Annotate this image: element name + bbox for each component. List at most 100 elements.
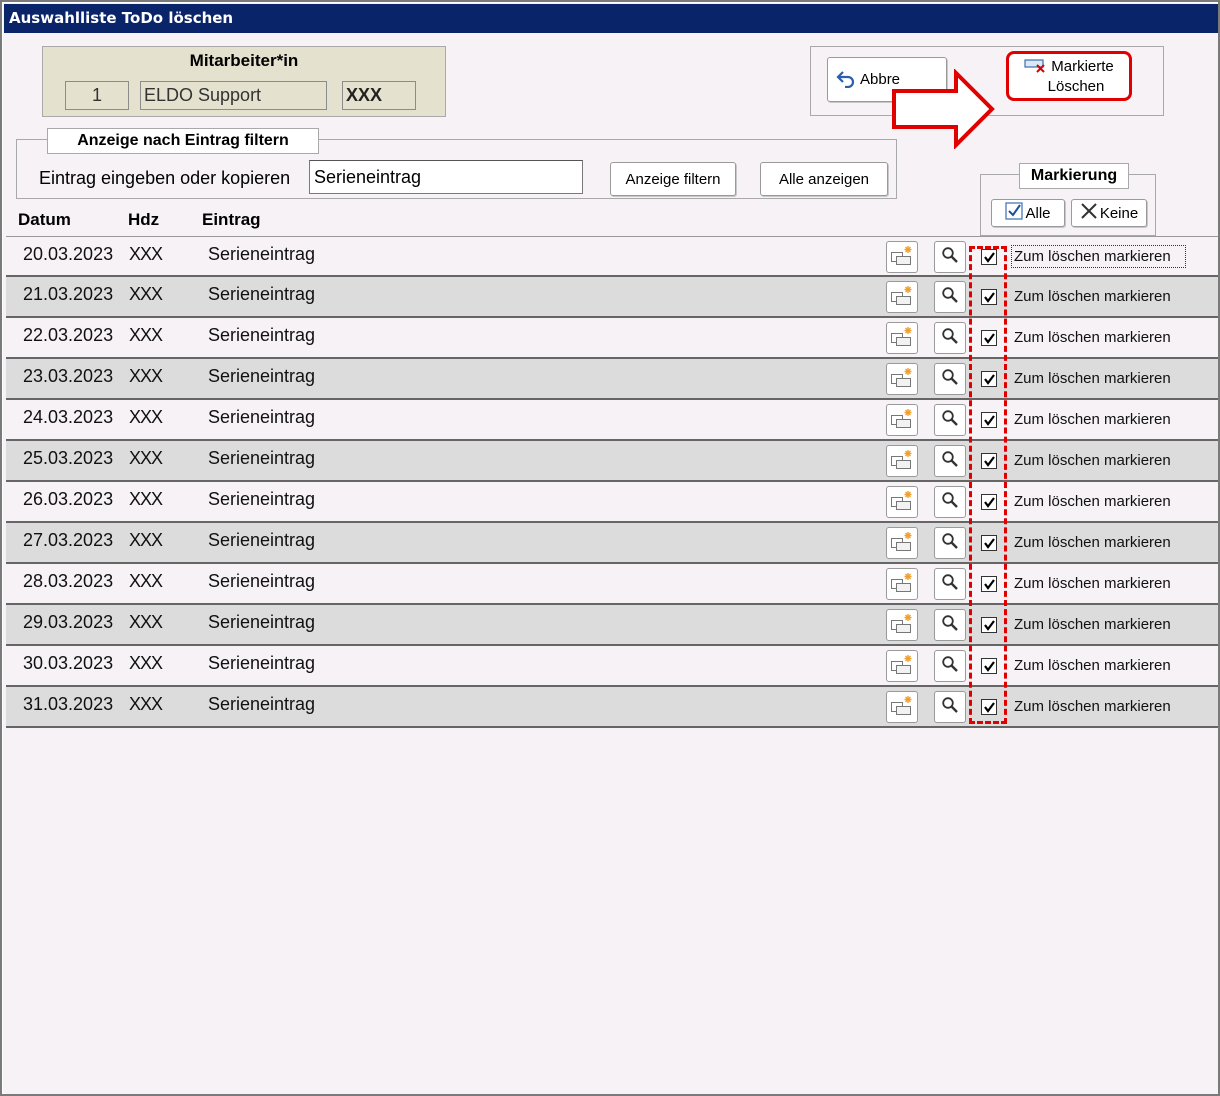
view-entry-button[interactable] [934, 241, 966, 273]
row-hdz: XXX [129, 244, 163, 264]
magnifier-icon [941, 368, 959, 391]
row-hdz: XXX [129, 571, 163, 591]
column-header-entry: Eintrag [202, 210, 261, 229]
copy-entry-button[interactable] [886, 322, 918, 354]
row-hdz: XXX [129, 653, 163, 673]
copy-entry-button[interactable] [886, 527, 918, 559]
row-entry: Serieneintrag [208, 694, 316, 714]
delete-checkbox-label[interactable]: Zum löschen markieren [1014, 411, 1171, 428]
employee-id-field: 1 [65, 81, 129, 110]
copy-entry-icon [890, 284, 914, 311]
copy-entry-button[interactable] [886, 404, 918, 436]
show-all-button[interactable]: Alle anzeigen [760, 162, 888, 196]
row-entry: Serieneintrag [208, 530, 316, 550]
view-entry-button[interactable] [934, 404, 966, 436]
window-title: Auswahlliste ToDo löschen [4, 4, 1218, 33]
employee-title: Mitarbeiter*in [189, 51, 299, 70]
employee-panel: Mitarbeiter*in 1 ELDO Support XXX [42, 46, 446, 117]
row-entry: Serieneintrag [208, 571, 316, 591]
delete-checkbox-label[interactable]: Zum löschen markieren [1014, 493, 1171, 510]
delete-checkbox-label[interactable]: Zum löschen markieren [1014, 288, 1171, 305]
view-entry-button[interactable] [934, 527, 966, 559]
row-entry: Serieneintrag [208, 612, 316, 632]
delete-checkbox-label[interactable]: Zum löschen markieren [1014, 329, 1171, 346]
row-date: 29.03.2023 [23, 612, 114, 632]
delete-checkbox-label[interactable]: Zum löschen markieren [1014, 657, 1171, 674]
undo-arrow-icon [836, 68, 856, 92]
copy-entry-icon [890, 489, 914, 516]
copy-entry-icon [890, 653, 914, 680]
column-header-hdz: Hdz [128, 210, 160, 229]
row-entry: Serieneintrag [208, 448, 316, 468]
table-row[interactable]: 24.03.2023 XXX Serieneintrag Zum löschen ma… [6, 400, 1218, 441]
filter-label: Eintrag eingeben oder kopieren [39, 168, 291, 188]
delete-checkbox-label[interactable]: Zum löschen markieren [1014, 616, 1171, 633]
dialog-window: Auswahlliste ToDo löschen Mitarbeiter*in… [0, 0, 1220, 1096]
magnifier-icon [941, 246, 959, 269]
copy-entry-icon [890, 325, 914, 352]
employee-code-field: XXX [342, 81, 416, 110]
table-row[interactable]: 29.03.2023 XXX Serieneintrag Zum löschen ma… [6, 605, 1218, 646]
view-entry-button[interactable] [934, 609, 966, 641]
row-date: 24.03.2023 [23, 407, 114, 427]
magnifier-icon [941, 532, 959, 555]
mark-all-button[interactable]: Alle [991, 199, 1065, 227]
delete-marked-button[interactable]: Markierte Löschen [1006, 51, 1132, 101]
view-entry-button[interactable] [934, 281, 966, 313]
copy-entry-button[interactable] [886, 568, 918, 600]
todo-table: 20.03.2023 XXX Serieneintrag Zum löschen ma… [6, 236, 1218, 728]
view-entry-button[interactable] [934, 650, 966, 682]
mark-none-button[interactable]: Keine [1071, 199, 1147, 227]
delete-checkbox-label[interactable]: Zum löschen markieren [1014, 370, 1171, 387]
table-row[interactable]: 30.03.2023 XXX Serieneintrag Zum löschen ma… [6, 646, 1218, 687]
copy-entry-button[interactable] [886, 650, 918, 682]
delete-checkbox-label[interactable]: Zum löschen markieren [1014, 575, 1171, 592]
copy-entry-button[interactable] [886, 241, 918, 273]
copy-entry-button[interactable] [886, 486, 918, 518]
table-row[interactable]: 23.03.2023 XXX Serieneintrag Zum löschen ma… [6, 359, 1218, 400]
view-entry-button[interactable] [934, 322, 966, 354]
table-row[interactable]: 20.03.2023 XXX Serieneintrag Zum löschen ma… [6, 236, 1218, 277]
view-entry-button[interactable] [934, 486, 966, 518]
copy-entry-button[interactable] [886, 363, 918, 395]
copy-entry-button[interactable] [886, 609, 918, 641]
row-entry: Serieneintrag [208, 407, 316, 427]
delete-checkbox-label[interactable]: Zum löschen markieren [1014, 452, 1171, 469]
delete-checkbox-label[interactable]: Zum löschen markieren [1011, 245, 1186, 268]
view-entry-button[interactable] [934, 691, 966, 723]
copy-entry-button[interactable] [886, 281, 918, 313]
filter-legend: Anzeige nach Eintrag filtern [47, 128, 319, 154]
row-date: 23.03.2023 [23, 366, 114, 386]
table-row[interactable]: 28.03.2023 XXX Serieneintrag Zum löschen ma… [6, 564, 1218, 605]
table-row[interactable]: 27.03.2023 XXX Serieneintrag Zum löschen ma… [6, 523, 1218, 564]
view-entry-button[interactable] [934, 363, 966, 395]
view-entry-button[interactable] [934, 568, 966, 600]
table-row[interactable]: 25.03.2023 XXX Serieneintrag Zum löschen ma… [6, 441, 1218, 482]
row-hdz: XXX [129, 366, 163, 386]
table-empty-area [6, 728, 1218, 1094]
highlight-arrow-icon [892, 69, 995, 149]
table-row[interactable]: 31.03.2023 XXX Serieneintrag Zum löschen ma… [6, 687, 1218, 728]
table-row[interactable]: 22.03.2023 XXX Serieneintrag Zum löschen ma… [6, 318, 1218, 359]
row-date: 26.03.2023 [23, 489, 114, 509]
marking-group: Markierung Alle Keine [980, 163, 1156, 236]
row-hdz: XXX [129, 694, 163, 714]
copy-entry-button[interactable] [886, 445, 918, 477]
delete-checkbox-label[interactable]: Zum löschen markieren [1014, 698, 1171, 715]
row-date: 27.03.2023 [23, 530, 114, 550]
view-entry-button[interactable] [934, 445, 966, 477]
table-row[interactable]: 26.03.2023 XXX Serieneintrag Zum löschen ma… [6, 482, 1218, 523]
delete-checkbox-label[interactable]: Zum löschen markieren [1014, 534, 1171, 551]
row-date: 31.03.2023 [23, 694, 114, 714]
copy-entry-button[interactable] [886, 691, 918, 723]
filter-input[interactable] [309, 160, 583, 194]
row-hdz: XXX [129, 284, 163, 304]
row-entry: Serieneintrag [208, 284, 316, 304]
row-hdz: XXX [129, 448, 163, 468]
copy-entry-icon [890, 448, 914, 475]
magnifier-icon [941, 491, 959, 514]
table-row[interactable]: 21.03.2023 XXX Serieneintrag Zum löschen ma… [6, 277, 1218, 318]
filter-button[interactable]: Anzeige filtern [610, 162, 736, 196]
row-entry: Serieneintrag [208, 653, 316, 673]
mark-all-label: Alle [1025, 204, 1051, 222]
